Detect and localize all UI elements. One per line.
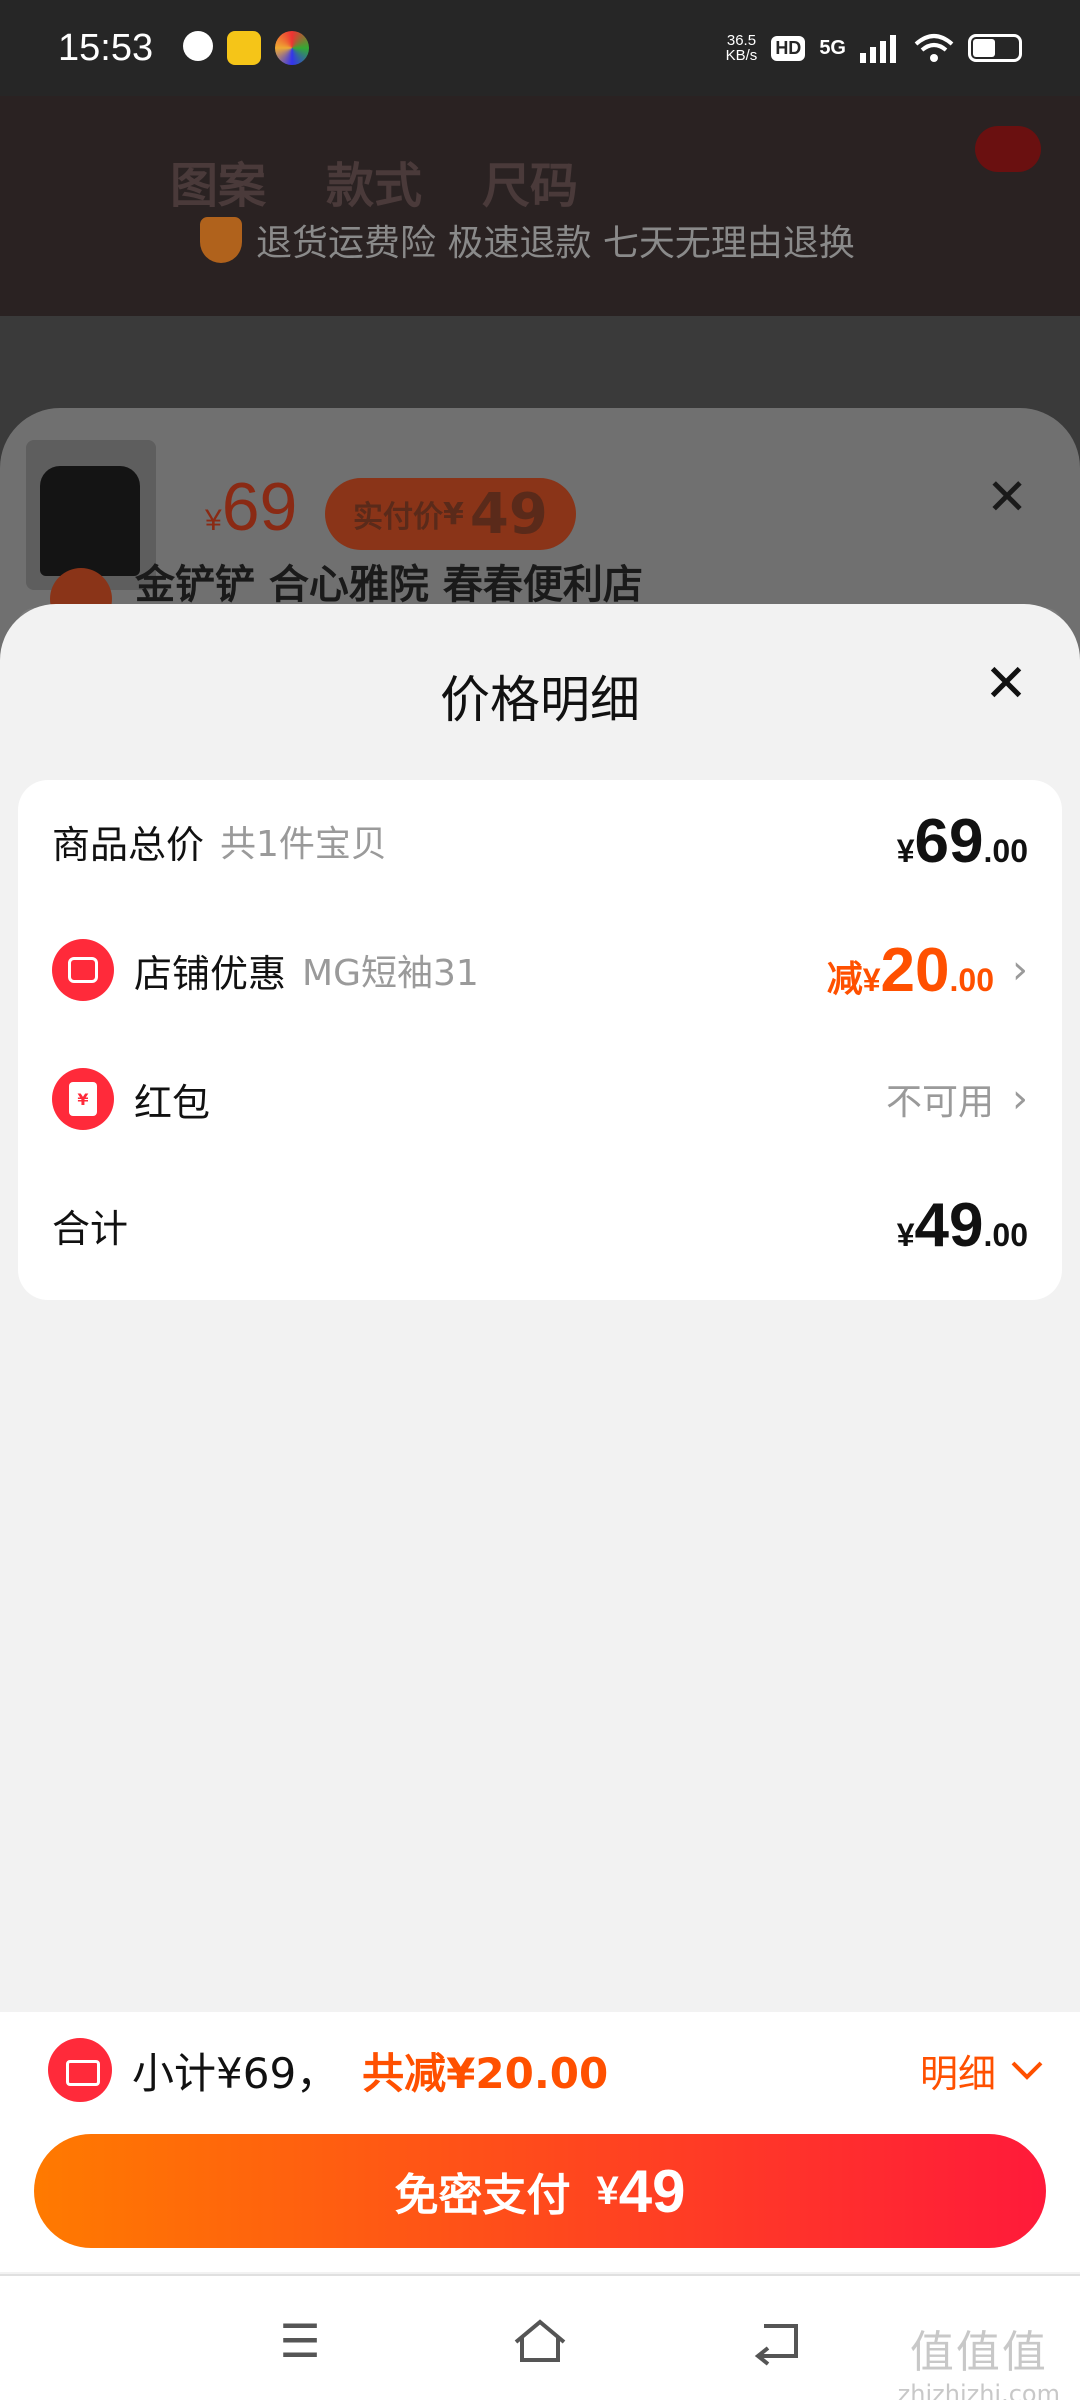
status-time: 15:53	[58, 26, 154, 69]
paid-price-badge: 实付价 ¥ 49	[325, 478, 576, 550]
pay-button[interactable]: 免密支付 ¥ 49	[34, 2134, 1046, 2248]
amount-integer: 49	[914, 1190, 984, 1260]
price-symbol: ¥	[205, 504, 222, 537]
cart-badge	[975, 126, 1041, 172]
status-right: 36.5 KB/s HD 5G	[726, 32, 1022, 64]
pay-label: 免密支付	[394, 2170, 571, 2221]
pay-yen-symbol: ¥	[596, 2168, 619, 2213]
product-price: ¥69	[205, 468, 297, 546]
store-icon	[52, 939, 114, 1001]
music-app-icon	[227, 31, 262, 65]
close-icon[interactable]: ✕	[976, 654, 1036, 714]
battery-icon	[968, 34, 1022, 62]
sum-amount: ¥49.00	[897, 1190, 1028, 1261]
amount-decimal: .00	[983, 832, 1028, 869]
subtotal-text: 小计¥69，	[132, 2048, 339, 2098]
background-header: 图案 款式 尺码 退货运费险 极速退款 七天无理由退换	[0, 96, 1080, 316]
network-type: 5G	[819, 36, 846, 59]
tab-size: 尺码	[482, 158, 579, 214]
store-discount-label: 店铺优惠	[134, 951, 287, 996]
discount-amount: 减 ¥20.00 ›	[827, 935, 1028, 1006]
ticket-icon	[48, 2038, 112, 2102]
menu-icon[interactable]: ☰	[270, 2316, 330, 2366]
red-packet-row[interactable]: ¥ 红包 不可用 ›	[52, 1054, 1028, 1144]
price-detail-card: 商品总价 共1件宝贝 ¥69.00 店铺优惠 MG短袖31 减 ¥20.00 › …	[18, 780, 1062, 1300]
hd-badge: HD	[771, 35, 806, 61]
pay-amount: 49	[618, 2157, 686, 2225]
total-price-row: 商品总价 共1件宝贝 ¥69.00	[52, 796, 1028, 886]
app-icon	[275, 31, 310, 65]
system-navigation-bar: ☰ 值值值 zhizhizhi.com	[0, 2274, 1080, 2400]
red-packet-icon: ¥	[52, 1068, 114, 1130]
watermark-logo: 值值值	[909, 2327, 1048, 2378]
chevron-right-icon: ›	[1012, 1076, 1028, 1122]
sheet-title: 价格明细	[440, 671, 640, 729]
amount-decimal: .00	[983, 1216, 1028, 1253]
store-discount-row[interactable]: 店铺优惠 MG短袖31 减 ¥20.00 ›	[52, 925, 1028, 1015]
notification-icons	[183, 31, 310, 65]
net-speed-unit: KB/s	[725, 47, 758, 64]
price-value: 69	[221, 469, 298, 545]
minus-prefix: 减	[826, 957, 863, 999]
detail-toggle[interactable]: 明细	[920, 2043, 1044, 2098]
red-packet-status: 不可用 ›	[886, 1073, 1028, 1125]
back-icon[interactable]	[750, 2316, 810, 2366]
unavailable-text: 不可用	[885, 1082, 994, 1123]
tab-style: 款式	[326, 158, 423, 214]
item-count: 共1件宝贝	[220, 824, 387, 865]
sum-row: 合计 ¥49.00	[52, 1180, 1028, 1270]
detail-label: 明细	[919, 2051, 996, 2096]
guarantee-text: 退货运费险 极速退款 七天无理由退换	[256, 223, 855, 264]
paid-symbol: ¥	[443, 496, 464, 532]
wifi-icon	[914, 34, 954, 62]
message-icon	[183, 31, 214, 61]
subtotal-row: 小计¥69， 共减¥20.00 明细	[48, 2030, 1044, 2110]
shield-icon	[200, 217, 242, 263]
chevron-right-icon: ›	[1012, 947, 1028, 993]
amount-integer: 69	[914, 806, 984, 876]
coupon-name: MG短袖31	[302, 953, 479, 994]
paid-label: 实付价	[353, 500, 443, 535]
yen-symbol: ¥	[896, 832, 915, 869]
home-icon[interactable]	[510, 2316, 570, 2366]
guarantee-banner: 退货运费险 极速退款 七天无理由退换	[200, 214, 855, 266]
total-label: 商品总价	[52, 822, 205, 867]
tab-pattern: 图案	[170, 158, 267, 214]
paid-amount: 49	[469, 481, 548, 547]
watermark: 值值值 zhizhizhi.com	[898, 2316, 1060, 2400]
amount-decimal: .00	[949, 961, 994, 998]
store-text: 金铲铲 合心雅院 春春便利店	[135, 562, 643, 608]
close-icon[interactable]: ✕	[986, 468, 1028, 526]
checkout-bar: 小计¥69， 共减¥20.00 明细 免密支付 ¥ 49	[0, 2012, 1080, 2272]
status-bar: 15:53 36.5 KB/s HD 5G	[0, 0, 1080, 96]
yen-symbol: ¥	[862, 961, 881, 998]
watermark-url: zhizhizhi.com	[897, 2380, 1060, 2400]
background-tabs: 图案 款式 尺码	[170, 146, 578, 216]
net-speed: 36.5 KB/s	[726, 33, 758, 63]
net-speed-value: 36.5	[726, 32, 757, 49]
signal-icon	[860, 35, 896, 63]
sum-label: 合计	[52, 1206, 129, 1251]
amount-integer: 20	[880, 935, 950, 1005]
chevron-down-icon	[1011, 2061, 1043, 2080]
yen-symbol: ¥	[896, 1216, 915, 1253]
shirt-image	[40, 466, 140, 576]
red-packet-label: 红包	[134, 1080, 211, 1125]
total-discount-text: 共减¥20.00	[362, 2048, 609, 2098]
total-amount: ¥69.00	[897, 806, 1028, 877]
